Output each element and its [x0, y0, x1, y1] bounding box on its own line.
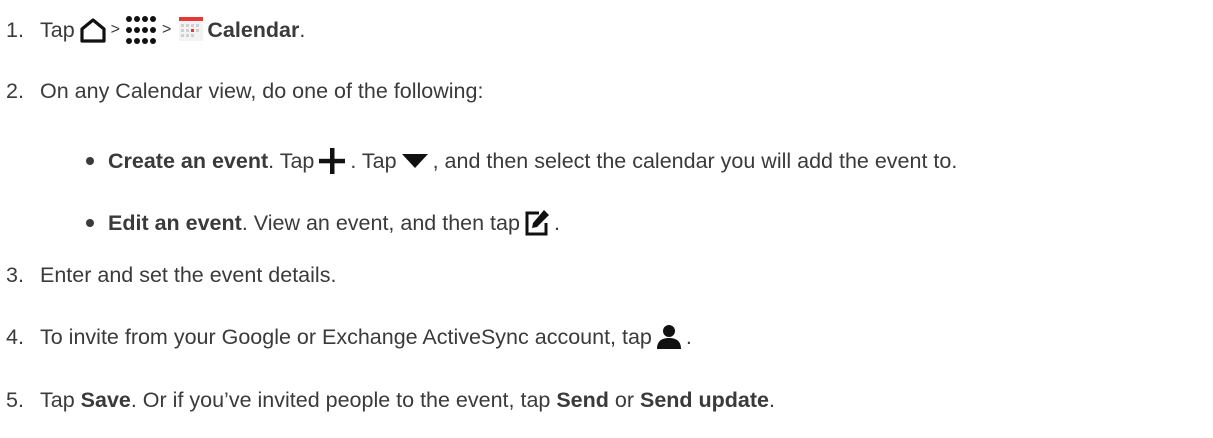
- bullet-edit-event: Edit an event . View an event, and then …: [0, 203, 1213, 243]
- all-apps-icon: [124, 15, 158, 45]
- step-text: .: [299, 17, 306, 42]
- bullet-text: . Tap: [350, 148, 397, 173]
- bullet-text: .: [553, 210, 560, 235]
- bullet-text: . View an event, and then tap: [241, 210, 520, 235]
- bullet-create-event: Create an event . Tap . Tap , and then s…: [0, 141, 1213, 181]
- step-2: 2. On any Calendar view, do one of the f…: [0, 71, 1213, 111]
- step-3: 3. Enter and set the event details.: [0, 255, 1213, 295]
- dropdown-arrow-icon: [401, 153, 429, 169]
- step-text: Tap: [40, 17, 75, 42]
- instructions-document: 1. Tap > > Calendar . 2. On any Calendar…: [0, 0, 1213, 438]
- step-text: On any Calendar view, do one of the foll…: [40, 78, 484, 103]
- people-icon: [656, 325, 682, 349]
- send-update-label: Send update: [640, 387, 770, 412]
- bullet-title: Create an event: [108, 148, 269, 173]
- step-text: . Or if you’ve invited people to the eve…: [130, 387, 557, 412]
- calendar-app-icon: [179, 17, 204, 43]
- calendar-label: Calendar: [207, 17, 300, 42]
- step-number: 3.: [6, 262, 24, 287]
- bullet-text: , and then select the calendar you will …: [432, 148, 958, 173]
- bullet-dot: [86, 157, 94, 165]
- step-5: 5. Tap Save . Or if you’ve invited peopl…: [0, 380, 1213, 420]
- step-text: .: [685, 324, 692, 349]
- step-number: 1.: [6, 17, 24, 42]
- step-1: 1. Tap > > Calendar .: [0, 10, 1213, 50]
- step-text: To invite from your Google or Exchange A…: [40, 324, 652, 349]
- bullet-title: Edit an event: [108, 210, 242, 235]
- save-label: Save: [80, 387, 131, 412]
- edit-icon: [524, 209, 550, 237]
- bullet-dot: [86, 219, 94, 227]
- send-label: Send: [556, 387, 609, 412]
- bullet-text: . Tap: [268, 148, 315, 173]
- home-icon: [79, 17, 107, 43]
- step-number: 2.: [6, 78, 24, 103]
- step-number: 5.: [6, 387, 24, 412]
- separator: >: [162, 21, 172, 38]
- step-text: Enter and set the event details.: [40, 262, 337, 287]
- separator: >: [110, 21, 121, 38]
- step-text: or: [608, 387, 640, 412]
- step-text: .: [769, 387, 775, 412]
- step-4: 4. To invite from your Google or Exchang…: [0, 317, 1213, 357]
- step-text: Tap: [40, 387, 81, 412]
- add-icon: [318, 147, 346, 175]
- step-number: 4.: [6, 324, 24, 349]
